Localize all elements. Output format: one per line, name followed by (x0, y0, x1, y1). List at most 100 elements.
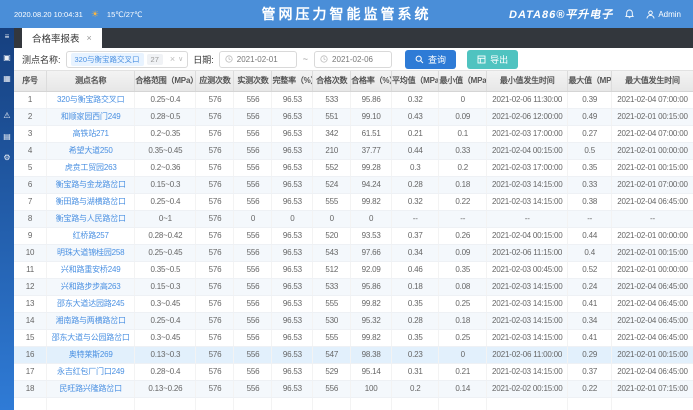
site-name-cell[interactable]: 和顺家园西门249 (46, 108, 136, 126)
table-cell: 0.39 (567, 91, 612, 109)
table-row[interactable]: 8 衡宝路与人民路岔口 0~1 576 0 0 0 0 -- -- -- -- -- (14, 210, 693, 228)
table-cell: 576 (195, 261, 235, 279)
table-row[interactable]: 16 奥特莱斯269 0.13~0.3 576 556 96.53 547 98.38 0.23… (14, 346, 693, 364)
export-button[interactable]: 导出 (467, 49, 519, 69)
table-cell: 533 (312, 278, 352, 296)
site-name-cell[interactable]: 奥特莱斯269 (46, 346, 136, 364)
site-name-cell[interactable]: 高铁站271 (46, 125, 136, 143)
site-select[interactable]: 320与衡宝路交叉口 27 × ∨ (65, 50, 189, 68)
table-cell: 530 (312, 312, 352, 330)
table-row[interactable]: 18 民旺路兴隆路岔口 0.13~0.26 576 556 96.53 556 100 0.2 0… (14, 380, 693, 398)
table-cell: 0.32 (391, 193, 440, 211)
table-cell: -- (486, 210, 569, 228)
table-cell: 0.49 (567, 108, 612, 126)
main-panel: 合格率报表 × 测点名称: 320与衡宝路交叉口 27 × ∨ 日期: 2021… (14, 28, 693, 410)
table-cell: 0.22 (567, 380, 612, 398)
table-row[interactable]: 6 衡宝路与金龙路岔口 0.15~0.3 576 556 96.53 524 94.24 0.2… (14, 176, 693, 194)
table-cell: 0.3~0.45 (134, 295, 197, 313)
date-from-input[interactable]: 2021-02-01 (218, 50, 297, 68)
table-cell: 0.28 (391, 312, 440, 330)
site-name-cell[interactable]: 明珠大道锦桂园258 (46, 244, 136, 262)
table-cell: 0.37 (567, 363, 612, 381)
site-name-cell[interactable] (46, 397, 136, 410)
table-row[interactable]: 14 湘南路与两横路岔口 0.25~0.4 576 556 96.53 530 95.32 0.… (14, 312, 693, 330)
user-icon (646, 10, 655, 19)
table-row[interactable]: 13 邵东大道达园路245 0.3~0.45 576 556 96.53 555 99.82 0… (14, 295, 693, 313)
table-cell: 0.28~0.42 (134, 227, 197, 245)
table-cell: 0.31 (391, 363, 440, 381)
table-cell: 0.18 (438, 312, 487, 330)
export-icon (477, 55, 486, 64)
table-row[interactable]: 1 320与衡宝路交叉口 0.25~0.4 576 556 96.53 533 95.86 0.… (14, 91, 693, 109)
table-cell: 2021-02-04 06:45:00 (611, 193, 693, 211)
table-row[interactable]: 15 邵东大道与公园路岔口 0.3~0.45 576 556 96.53 555 99.82 0… (14, 329, 693, 347)
chevron-down-icon[interactable]: ∨ (178, 55, 183, 63)
site-name-cell[interactable]: 湘南路与两横路岔口 (46, 312, 136, 330)
table-cell: 0.35 (391, 329, 440, 347)
table-cell: 0 (312, 210, 352, 228)
date-to-input[interactable]: 2021-02-06 (314, 50, 393, 68)
site-name-cell[interactable]: 320与衡宝路交叉口 (46, 91, 136, 109)
table-cell: 576 (195, 159, 235, 177)
alarm-icon[interactable]: ⚠ (3, 112, 10, 120)
site-name-cell[interactable]: 永吉红包厂门口249 (46, 363, 136, 381)
table-row[interactable]: 5 虎贲工贸园263 0.2~0.36 576 556 96.53 552 99.28 0.3 0… (14, 159, 693, 177)
table-cell: 0.32 (391, 91, 440, 109)
table-row[interactable]: 10 明珠大道锦桂园258 0.25~0.45 576 556 96.53 543 97.66… (14, 244, 693, 262)
site-name-cell[interactable]: 希望大道250 (46, 142, 136, 160)
menu-icon[interactable]: ≡ (5, 33, 10, 41)
tab-bar: 合格率报表 × (14, 28, 693, 48)
table-cell: 96.53 (271, 312, 314, 330)
site-name-cell[interactable]: 邵东大道达园路245 (46, 295, 136, 313)
table-cell: 2021-02-01 00:15:00 (611, 346, 693, 364)
site-name-cell[interactable]: 邵东大道与公园路岔口 (46, 329, 136, 347)
site-name-cell[interactable]: 衡田路与湖横路岔口 (46, 193, 136, 211)
bell-icon[interactable] (625, 9, 635, 19)
table-cell: 0.27 (567, 125, 612, 143)
report-icon[interactable]: ▤ (3, 133, 11, 141)
table-cell: 2021-02-04 06:45:00 (611, 295, 693, 313)
table-cell: 2021-02-01 00:00:00 (611, 261, 693, 279)
table-cell: 210 (312, 142, 352, 160)
site-name-cell[interactable]: 虎贲工贸园263 (46, 159, 136, 177)
site-name-cell[interactable]: 衡宝路与金龙路岔口 (46, 176, 136, 194)
table-row[interactable]: 2 和顺家园西门249 0.28~0.5 576 556 96.53 551 99.10 0.4… (14, 108, 693, 126)
table-row[interactable] (14, 397, 693, 410)
table-cell: 0.21 (391, 125, 440, 143)
settings-icon[interactable]: ⚙ (3, 154, 10, 162)
monitor-icon[interactable]: ▣ (3, 54, 11, 62)
table-header-row: 序号测点名称合格范围（MPa）应测次数实测次数完整率（%）合格次数合格率（%）平… (14, 71, 693, 92)
tab-qualified-rate-report[interactable]: 合格率报表 × (22, 28, 102, 48)
table-cell: 512 (312, 261, 352, 279)
site-name-cell[interactable]: 兴和路重安桥249 (46, 261, 136, 279)
query-button[interactable]: 查询 (405, 49, 457, 69)
table-cell: 555 (312, 295, 352, 313)
column-header: 最大值发生时间 (611, 71, 693, 92)
selected-site-tag[interactable]: 320与衡宝路交叉口 (70, 52, 144, 66)
table-cell: 0 (438, 91, 487, 109)
table-cell: 0.29 (567, 346, 612, 364)
site-name-cell[interactable]: 红桥路257 (46, 227, 136, 245)
table-cell: 576 (195, 142, 235, 160)
table-row[interactable]: 3 高铁站271 0.2~0.35 576 556 96.53 342 61.51 0.21 0.… (14, 125, 693, 143)
tab-close-icon[interactable]: × (87, 33, 92, 43)
site-name-cell[interactable]: 民旺路兴隆路岔口 (46, 380, 136, 398)
table-cell: 0 (438, 346, 487, 364)
table-row[interactable]: 7 衡田路与湖横路岔口 0.25~0.4 576 556 96.53 555 99.82 0.3… (14, 193, 693, 211)
table-cell: 0 (350, 210, 392, 228)
user-menu[interactable]: Admin (646, 10, 681, 19)
table-row[interactable]: 12 兴和路步步高263 0.15~0.3 576 556 96.53 533 95.86 0.… (14, 278, 693, 296)
table-cell: 96.53 (271, 244, 314, 262)
table-cell: 0 (233, 210, 273, 228)
table-cell: 2021-02-04 07:00:00 (611, 125, 693, 143)
site-name-cell[interactable]: 兴和路步步高263 (46, 278, 136, 296)
table-cell: 18 (14, 380, 48, 398)
chart-icon[interactable]: ▦ (3, 75, 11, 83)
table-row[interactable]: 4 希望大道250 0.35~0.45 576 556 96.53 210 37.77 0.44… (14, 142, 693, 160)
site-name-cell[interactable]: 衡宝路与人民路岔口 (46, 210, 136, 228)
table-row[interactable]: 9 红桥路257 0.28~0.42 576 556 96.53 520 93.53 0.37 0… (14, 227, 693, 245)
table-cell: 0.26 (438, 227, 487, 245)
clear-icon[interactable]: × (170, 54, 175, 64)
table-row[interactable]: 11 兴和路重安桥249 0.35~0.5 576 556 96.53 512 92.09 0.… (14, 261, 693, 279)
table-row[interactable]: 17 永吉红包厂门口249 0.28~0.4 576 556 96.53 529 95.14 0… (14, 363, 693, 381)
